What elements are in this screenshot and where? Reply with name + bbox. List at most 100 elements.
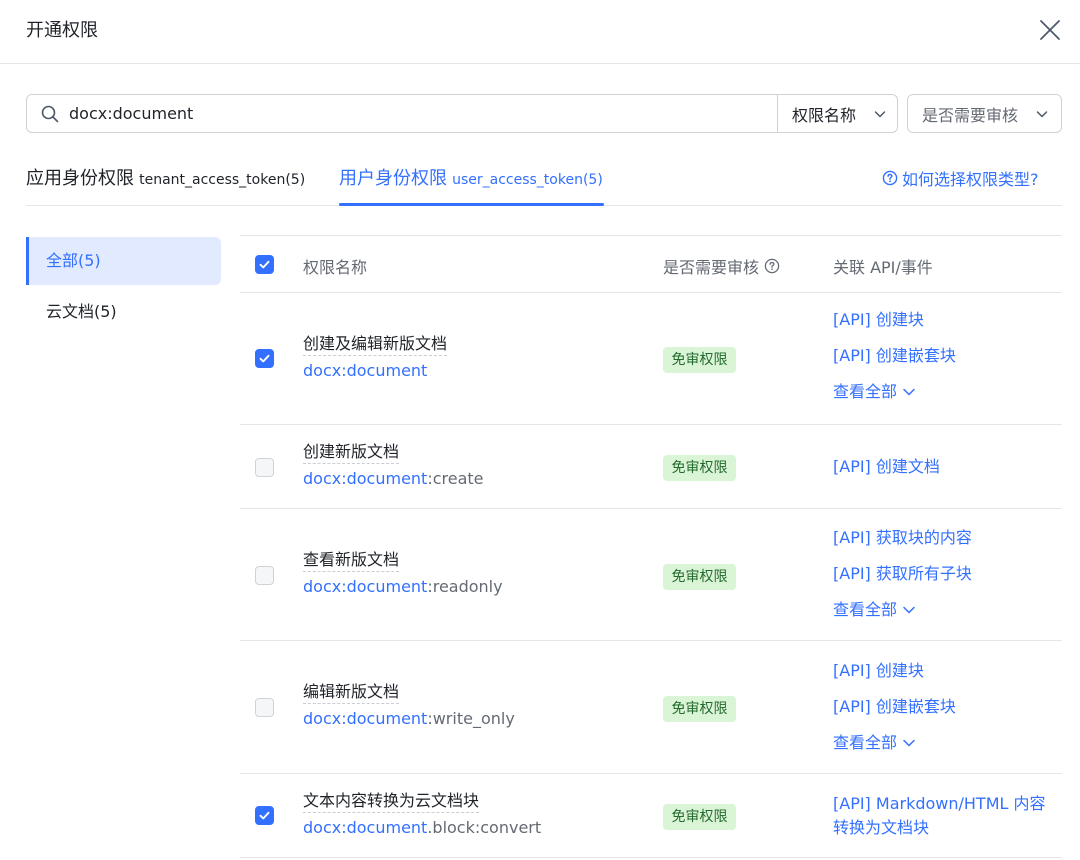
permission-title: 创建及编辑新版文档 [303,333,448,356]
permission-title: 编辑新版文档 [303,681,400,704]
related-api-list: [API] 获取块的内容 [API] 获取所有子块 查看全部 [833,526,1058,634]
permissions-table: 权限名称 是否需要审核 关联 API/事件 创建及编辑新版文档 docx:doc… [240,235,1062,858]
tab-tenant-access[interactable]: 应用身份权限 tenant_access_token(5) [26,164,305,206]
permission-code-scope[interactable]: docx:document [303,577,427,596]
header-related-api-text: 关联 API/事件 [833,258,933,277]
chevron-down-icon [1036,111,1048,118]
permission-cell: 创建及编辑新版文档 docx:document [303,333,448,384]
permission-code: docx:document:create [303,466,484,492]
header-permission-name: 权限名称 [303,254,367,278]
api-link[interactable]: [API] Markdown/HTML 内容转换为文档块 [833,792,1048,840]
review-filter-label: 是否需要审核 [922,105,1019,125]
row-checkbox[interactable] [255,458,274,477]
search-input[interactable] [69,95,769,132]
api-link[interactable]: [API] 创建块 [833,659,1058,683]
question-circle-icon [882,170,898,186]
chevron-down-icon [903,388,915,396]
select-all-checkbox[interactable] [255,255,274,274]
api-link[interactable]: [API] 获取块的内容 [833,526,1058,550]
tab-user-token: user_access_token(5) [452,172,603,188]
status-badge: 免审权限 [663,455,736,481]
tab-user-access[interactable]: 用户身份权限 user_access_token(5) [339,164,603,206]
permission-code-scope[interactable]: docx:document [303,469,427,488]
permission-title: 查看新版文档 [303,549,400,572]
permission-cell: 编辑新版文档 docx:document:write_only [303,681,515,732]
permission-code-suffix: :write_only [427,709,515,728]
permission-title: 文本内容转换为云文档块 [303,790,480,813]
permission-code-suffix: :create [427,469,484,488]
permission-title: 创建新版文档 [303,441,400,464]
tab-tenant-label: 应用身份权限 [26,168,134,189]
token-tabs: 应用身份权限 tenant_access_token(5) 用户身份权限 use… [26,150,1062,206]
view-all-text: 查看全部 [833,382,898,401]
close-button[interactable] [1036,16,1064,44]
permission-code: docx:document:readonly [303,574,503,600]
table-row: 编辑新版文档 docx:document:write_only 免审权限 [AP… [240,641,1062,774]
help-link-text: 如何选择权限类型? [902,170,1039,189]
active-tab-indicator [339,203,604,206]
related-api-list: [API] Markdown/HTML 内容转换为文档块 [833,792,1048,840]
row-checkbox[interactable] [255,349,274,368]
permission-code-scope[interactable]: docx:document [303,818,427,837]
chevron-down-icon [903,739,915,747]
view-all-link[interactable]: 查看全部 [833,731,1058,755]
permission-cell: 文本内容转换为云文档块 docx:document.block:convert [303,790,541,841]
permission-code: docx:document:write_only [303,706,515,732]
header-permission-name-text: 权限名称 [303,258,368,277]
search-icon [41,105,59,123]
tab-tenant-token: tenant_access_token(5) [139,172,306,188]
row-checkbox[interactable] [255,566,274,585]
sidebar-item-all[interactable]: 全部(5) [26,237,221,285]
permission-type-help-link[interactable]: 如何选择权限类型? [882,166,1039,190]
header-review: 是否需要审核 [663,254,780,278]
check-icon [259,260,270,269]
permission-code-scope[interactable]: docx:document [303,361,427,380]
related-api-list: [API] 创建文档 [833,455,1058,491]
permission-cell: 创建新版文档 docx:document:create [303,441,484,492]
api-link[interactable]: [API] 创建块 [833,308,1058,332]
dialog-title: 开通权限 [26,20,98,41]
status-badge: 免审权限 [663,696,736,722]
view-all-link[interactable]: 查看全部 [833,598,1058,622]
api-link[interactable]: [API] 创建文档 [833,455,1058,479]
check-icon [259,354,270,363]
permission-code: docx:document.block:convert [303,815,541,841]
permission-code-suffix: .block:convert [427,818,542,837]
table-row: 创建新版文档 docx:document:create 免审权限 [API] 创… [240,425,1062,509]
tab-user-label: 用户身份权限 [339,168,447,189]
dialog-header: 开通权限 [0,0,1080,64]
header-review-text: 是否需要审核 [663,258,760,277]
status-badge: 免审权限 [663,804,736,830]
api-link[interactable]: [API] 创建嵌套块 [833,344,1058,368]
table-row: 创建及编辑新版文档 docx:document 免审权限 [API] 创建块 [… [240,293,1062,425]
table-row: 查看新版文档 docx:document:readonly 免审权限 [API]… [240,509,1062,641]
permission-name-filter-label: 权限名称 [792,105,857,125]
permission-code: docx:document [303,358,447,384]
api-link[interactable]: [API] 创建嵌套块 [833,695,1058,719]
view-all-text: 查看全部 [833,733,898,752]
view-all-text: 查看全部 [833,600,898,619]
chevron-down-icon [903,606,915,614]
question-circle-icon[interactable] [764,258,780,274]
search-box: 权限名称 [26,94,898,133]
api-link[interactable]: [API] 获取所有子块 [833,562,1058,586]
header-related-api: 关联 API/事件 [833,254,933,278]
row-checkbox[interactable] [255,806,274,825]
view-all-link[interactable]: 查看全部 [833,380,1058,404]
check-icon [259,811,270,820]
review-filter[interactable]: 是否需要审核 [907,94,1062,133]
sidebar-item-cloud-docs[interactable]: 云文档(5) [26,288,221,336]
status-badge: 免审权限 [663,564,736,590]
related-api-list: [API] 创建块 [API] 创建嵌套块 查看全部 [833,659,1058,767]
related-api-list: [API] 创建块 [API] 创建嵌套块 查看全部 [833,308,1058,416]
close-icon [1040,20,1060,40]
table-row: 文本内容转换为云文档块 docx:document.block:convert … [240,774,1062,858]
permission-code-suffix: :readonly [427,577,503,596]
permission-name-filter[interactable]: 权限名称 [777,95,897,132]
table-header: 权限名称 是否需要审核 关联 API/事件 [240,235,1062,293]
status-badge: 免审权限 [663,347,736,373]
row-checkbox[interactable] [255,698,274,717]
permission-code-scope[interactable]: docx:document [303,709,427,728]
permission-cell: 查看新版文档 docx:document:readonly [303,549,503,600]
chevron-down-icon [874,111,886,118]
